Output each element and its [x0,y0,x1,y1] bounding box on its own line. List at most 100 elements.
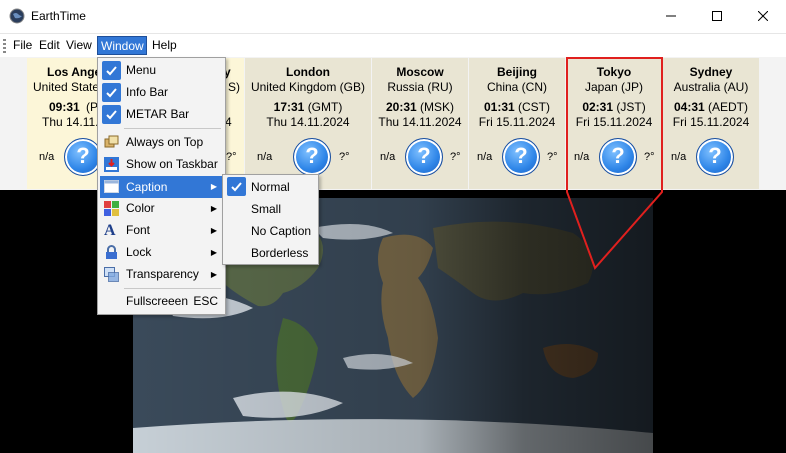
peek-text: ?° [226,151,237,163]
zone-label: (AEDT) [708,100,749,114]
menu-label: Lock [126,245,152,259]
submenu-arrow-icon: ▶ [210,204,217,213]
window-menu-dropdown: Menu Info Bar METAR Bar Always on Top Sh… [97,57,226,315]
menu-always-on-top[interactable]: Always on Top [100,132,223,153]
menu-bar: File Edit View Window Help [0,33,786,57]
menu-label: Caption [126,180,168,194]
city-card-beijing[interactable]: Beijing China (CN) 01:31 (CST) Fri 15.11… [469,58,565,189]
close-button[interactable] [740,0,786,32]
time-value: 01:31 [483,100,515,114]
menu-edit[interactable]: Edit [36,36,63,55]
menu-lock[interactable]: Lock ▶ [100,242,223,263]
weather-unknown-icon[interactable]: ? [696,138,734,176]
city-date: Thu 14.11.2024 [266,115,350,129]
city-date: Thu 14.11. [42,115,99,129]
temperature: ?° [450,151,461,163]
caption-icon [104,180,119,193]
zone-label: (GMT) [307,100,343,114]
checked-icon [102,105,121,124]
city-date: Thu 14.11.2024 [378,115,462,129]
menu-label: Borderless [251,246,309,260]
city-card-sydney[interactable]: Sydney Australia (AU) 04:31 (AEDT) Fri 1… [663,58,759,189]
caption-no-caption[interactable]: No Caption [225,220,316,242]
city-time: 01:31 (CST) [469,100,565,114]
city-time: 09:31 [49,100,80,114]
weather-status: n/a [39,151,55,163]
menu-transparency[interactable]: Transparency ▶ [100,264,223,285]
city-card-moscow[interactable]: Moscow Russia (RU) 20:31 (MSK) Thu 14.11… [372,58,468,189]
temperature: ?° [547,151,558,163]
always-on-top-icon [104,135,119,148]
checked-icon [227,177,246,196]
menu-help[interactable]: Help [149,36,180,55]
city-time: 17:31 (GMT) [245,100,371,114]
menu-label: Menu [126,63,157,77]
menu-label: Transparency [126,267,199,281]
temperature: ?° [339,151,350,163]
submenu-arrow-icon: ▶ [210,248,217,257]
menu-label: Color [126,201,155,215]
menu-label: Font [126,223,151,237]
zone-label: (MSK) [420,100,455,114]
menu-toggle-metar-bar[interactable]: METAR Bar [100,104,223,125]
city-country: China (CN) [486,80,547,94]
peek-text: S) [228,80,240,94]
menu-label: Small [251,202,282,216]
city-country: Australia (AU) [673,80,749,94]
zone-label: (CST) [518,100,551,114]
menu-toggle-info-bar[interactable]: Info Bar [100,82,223,103]
menu-separator [124,288,221,289]
close-icon [758,11,768,21]
submenu-arrow-icon: ▶ [210,182,217,191]
minimize-button[interactable] [648,0,694,32]
menu-label: METAR Bar [126,107,190,121]
earth-app-icon [9,8,25,24]
submenu-arrow-icon: ▶ [210,226,217,235]
menu-label: Show on Taskbar [126,157,218,171]
menu-color[interactable]: Color ▶ [100,198,223,219]
maximize-button[interactable] [694,0,740,32]
weather-status: n/a [477,151,493,163]
menu-window[interactable]: Window [97,36,147,55]
shortcut-label: ESC [193,294,218,308]
menu-label: Always on Top [126,135,204,149]
toolbar-grip[interactable] [3,39,6,53]
menu-fullscreen[interactable]: Fullscreeen ESC [100,291,223,312]
menu-file[interactable]: File [10,36,35,55]
peek-text: 4 [225,115,232,129]
taskbar-icon [104,157,119,172]
city-country: United State [33,80,100,94]
window-title: EarthTime [31,9,86,23]
caption-normal[interactable]: Normal [225,176,316,198]
city-card-london[interactable]: London United Kingdom (GB) 17:31 (GMT) T… [245,58,371,189]
weather-status: n/a [257,151,273,163]
menu-separator [124,128,221,129]
menu-caption[interactable]: Caption ▶ [100,176,223,198]
weather-status: n/a [671,151,687,163]
caption-borderless[interactable]: Borderless [225,242,316,264]
weather-unknown-icon[interactable]: ? [405,138,443,176]
caption-small[interactable]: Small [225,198,316,220]
title-bar: EarthTime [0,0,786,32]
menu-view[interactable]: View [63,36,95,55]
time-value: 17:31 [273,100,305,114]
checked-icon [102,83,121,102]
maximize-icon [712,11,722,21]
color-palette-icon [104,201,119,216]
time-value: 20:31 [385,100,417,114]
city-name: Moscow [396,65,444,79]
caption-submenu: Normal Small No Caption Borderless [222,174,319,265]
menu-font[interactable]: A Font ▶ [100,220,223,241]
city-name: London [286,65,330,79]
menu-show-on-taskbar[interactable]: Show on Taskbar [100,154,223,175]
menu-label: Fullscreeen [126,294,189,308]
menu-label: Normal [251,180,290,194]
menu-toggle-menu[interactable]: Menu [100,60,223,81]
weather-unknown-icon[interactable]: ? [502,138,540,176]
city-name: Beijing [496,65,537,79]
weather-status: n/a [380,151,396,163]
weather-unknown-icon[interactable]: ? [293,138,331,176]
city-date: Fri 15.11.2024 [672,115,750,129]
city-time: 04:31 (AEDT) [663,100,759,114]
city-country: Russia (RU) [387,80,453,94]
